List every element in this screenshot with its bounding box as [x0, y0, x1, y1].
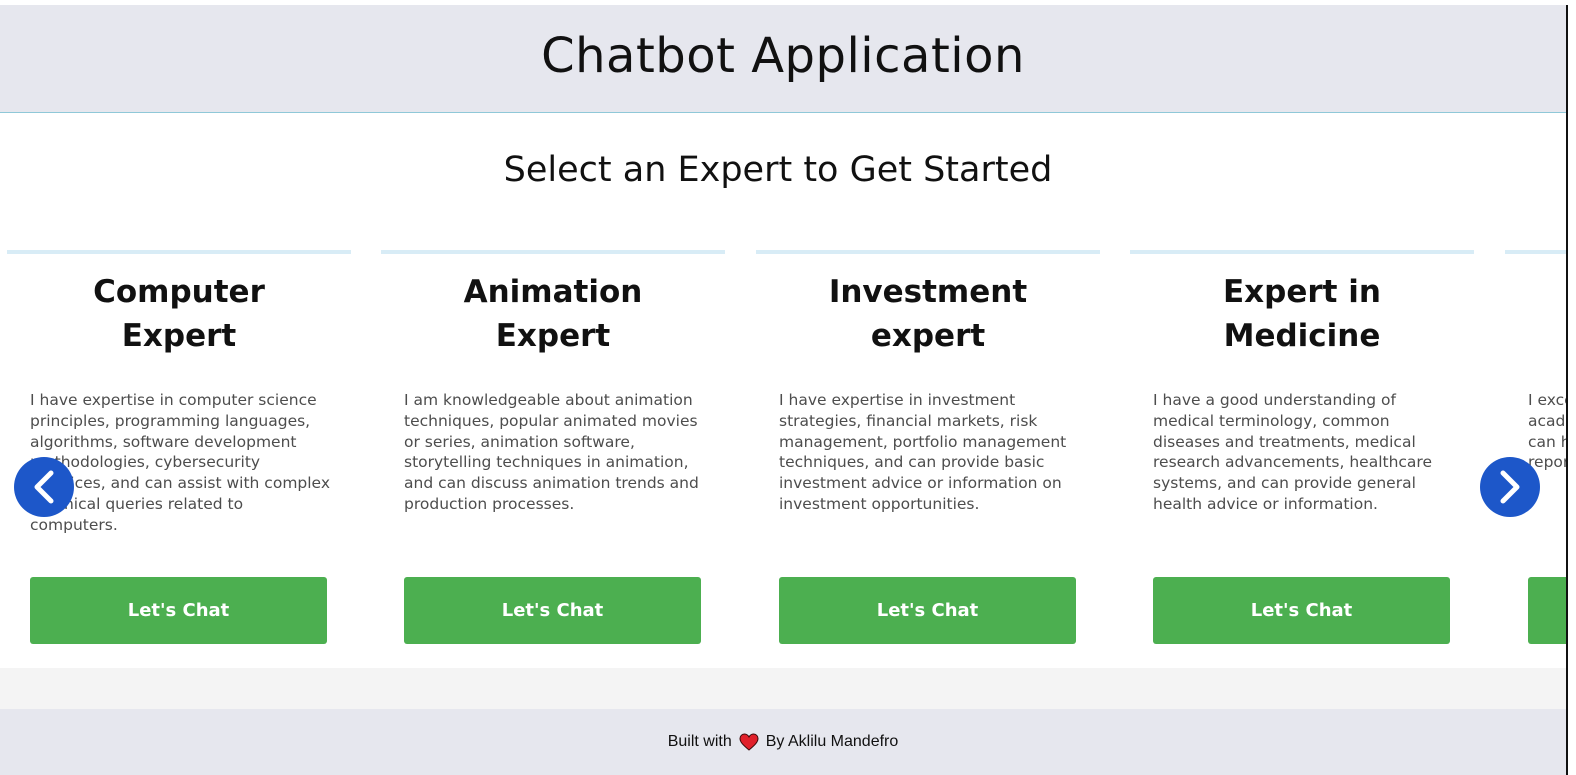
- window-edge: [1566, 5, 1568, 775]
- content-bottom-band: [0, 668, 1566, 709]
- app-header: Chatbot Application: [0, 5, 1566, 113]
- card-title-line: Medicine: [1223, 318, 1381, 354]
- lets-chat-button[interactable]: Let's Chat: [1153, 577, 1450, 644]
- card-title: Expert in Medicine: [1130, 270, 1474, 358]
- card-description: I am knowledgeable about animation techn…: [404, 391, 699, 513]
- card-title: Investment expert: [756, 270, 1100, 358]
- lets-chat-button[interactable]: Let's Chat: [30, 577, 327, 644]
- card-top-line: [1505, 250, 1566, 254]
- carousel-prev-button[interactable]: [14, 457, 74, 517]
- expert-card-computer: Computer Expert I have expertise in comp…: [7, 248, 351, 668]
- expert-card-investment: Investment expert I have expertise in in…: [756, 248, 1100, 668]
- card-title-line: Computer: [93, 274, 265, 310]
- section-subtitle: Select an Expert to Get Started: [503, 150, 1053, 190]
- card-title-line: Investment: [828, 274, 1028, 310]
- footer-author: By Aklilu Mandefro: [765, 733, 899, 750]
- page: Chatbot Application Select an Expert to …: [0, 0, 1576, 775]
- expert-carousel: Computer Expert I have expertise in comp…: [0, 248, 1566, 668]
- card-title-line: Animation: [463, 274, 643, 310]
- card-description: I have expertise in computer science pri…: [30, 391, 330, 534]
- footer-prefix: Built with: [667, 733, 732, 750]
- card-description: I have expertise in investment strategie…: [779, 391, 1067, 513]
- card-top-line: [381, 250, 725, 254]
- card-description: I excel in statistical analysis, academi…: [1528, 391, 1566, 472]
- card-top-line: [756, 250, 1100, 254]
- carousel-next-button[interactable]: [1480, 457, 1540, 517]
- card-top-line: [1130, 250, 1474, 254]
- card-title-line: Expert in: [1223, 274, 1381, 310]
- card-title: Animation Expert: [381, 270, 725, 358]
- card-title-line: expert: [870, 318, 986, 354]
- chevron-left-icon: [34, 470, 54, 504]
- heart-icon: [739, 733, 759, 751]
- card-top-line: [7, 250, 351, 254]
- page-title: Chatbot Application: [541, 27, 1025, 84]
- lets-chat-button[interactable]: [1528, 577, 1566, 644]
- expert-card-animation: Animation Expert I am knowledgeable abou…: [381, 248, 725, 668]
- card-title-line: Expert: [495, 318, 611, 354]
- card-description: I have a good understanding of medical t…: [1153, 391, 1432, 513]
- lets-chat-button[interactable]: Let's Chat: [404, 577, 701, 644]
- card-title: Computer Expert: [7, 270, 351, 358]
- expert-card-medicine: Expert in Medicine I have a good underst…: [1130, 248, 1474, 668]
- chevron-right-icon: [1500, 470, 1520, 504]
- card-title-line: Expert: [121, 318, 237, 354]
- footer: Built with By Aklilu Mandefro: [0, 709, 1566, 775]
- lets-chat-button[interactable]: Let's Chat: [779, 577, 1076, 644]
